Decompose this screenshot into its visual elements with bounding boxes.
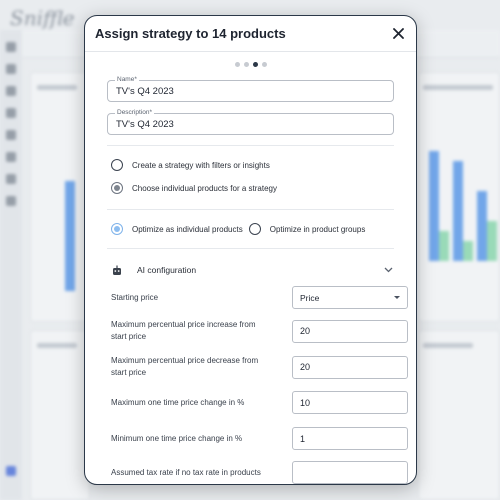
max-decrease-input[interactable]: 20 — [292, 355, 408, 379]
sidebar-rail — [0, 30, 22, 500]
radio-optimize-groups-label: Optimize in product groups — [269, 224, 366, 234]
radio-filters-label: Create a strategy with filters or insigh… — [132, 160, 270, 170]
dialog-body: Name* TV's Q4 2023 Description* TV's Q4 … — [85, 53, 416, 484]
assign-strategy-dialog: Assign strategy to 14 products Name* TV'… — [84, 15, 417, 485]
step-dot — [252, 62, 258, 67]
starting-price-row: Starting price Price — [111, 286, 408, 309]
chevron-down-icon[interactable] — [382, 264, 394, 276]
name-field[interactable]: Name* TV's Q4 2023 — [107, 76, 394, 102]
min-one-time-change-label: Minimum one time price change in % — [111, 433, 243, 443]
background-chart-left — [30, 72, 90, 322]
divider — [107, 248, 394, 249]
max-increase-label: Maximum percentual price increase from s… — [111, 320, 256, 341]
step-indicator — [107, 62, 394, 68]
close-button[interactable] — [390, 26, 406, 42]
radio-individual[interactable] — [111, 182, 123, 194]
min-one-time-change-input[interactable]: 1 — [292, 427, 408, 450]
step-dot — [261, 62, 267, 67]
ai-configuration-label: AI configuration — [137, 265, 197, 275]
close-icon — [392, 28, 404, 39]
tax-rate-label: Assumed tax rate if no tax rate in produ… — [111, 467, 261, 477]
radio-option-filters[interactable]: Create a strategy with filters or insigh… — [111, 154, 394, 176]
tax-rate-input[interactable] — [292, 461, 408, 484]
name-field-label: Name* — [115, 76, 139, 84]
starting-price-value: Price — [300, 292, 320, 303]
name-field-value: TV's Q4 2023 — [116, 86, 174, 97]
max-decrease-row: Maximum percentual price decrease from s… — [111, 355, 408, 379]
robot-icon — [111, 264, 123, 276]
radio-individual-label: Choose individual products for a strateg… — [132, 183, 277, 193]
description-field[interactable]: Description* TV's Q4 2023 — [107, 109, 394, 135]
max-one-time-change-label: Maximum one time price change in % — [111, 397, 245, 407]
ai-configuration-header[interactable]: AI configuration — [107, 259, 394, 281]
radio-option-optimize-groups[interactable]: Optimize in product groups — [248, 218, 366, 240]
description-field-label: Description* — [115, 109, 155, 117]
background-card-bottom-right — [418, 330, 500, 500]
app-logo: Sniffle — [10, 6, 75, 30]
max-one-time-change-row: Maximum one time price change in % 10 — [111, 391, 408, 414]
radio-option-optimize-individual[interactable]: Optimize as individual products — [111, 218, 243, 240]
starting-price-select[interactable]: Price — [292, 286, 408, 309]
step-dot — [243, 62, 249, 67]
max-decrease-label: Maximum percentual price decrease from s… — [111, 356, 259, 377]
tax-rate-row: Assumed tax rate if no tax rate in produ… — [111, 461, 408, 484]
max-increase-row: Maximum percentual price increase from s… — [111, 319, 408, 343]
background-card-bottom-left — [30, 330, 90, 500]
radio-optimize-individual[interactable] — [111, 223, 123, 235]
radio-filters[interactable] — [111, 159, 123, 171]
background-chart-right — [418, 72, 500, 322]
dropdown-caret-icon — [394, 296, 400, 299]
radio-option-individual[interactable]: Choose individual products for a strateg… — [111, 177, 394, 199]
radio-optimize-groups[interactable] — [248, 223, 261, 235]
dialog-header: Assign strategy to 14 products — [85, 16, 416, 52]
min-one-time-change-row: Minimum one time price change in % 1 — [111, 427, 408, 450]
max-increase-input[interactable]: 20 — [292, 319, 408, 343]
dialog-title: Assign strategy to 14 products — [95, 26, 286, 41]
starting-price-label: Starting price — [111, 292, 159, 302]
step-dot — [234, 62, 240, 67]
radio-optimize-individual-label: Optimize as individual products — [132, 224, 243, 234]
max-one-time-change-input[interactable]: 10 — [292, 391, 408, 414]
description-field-value: TV's Q4 2023 — [116, 119, 174, 130]
